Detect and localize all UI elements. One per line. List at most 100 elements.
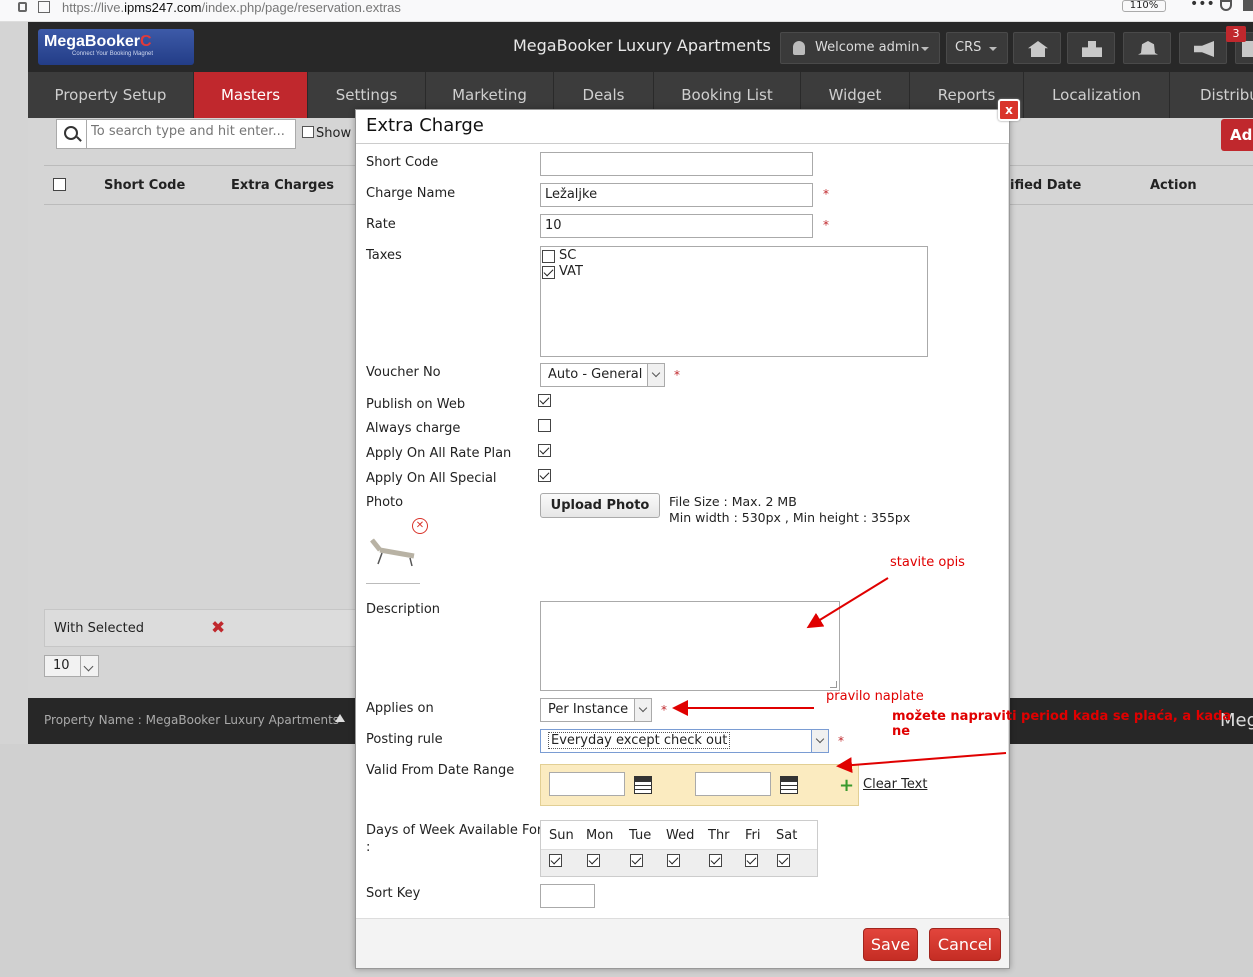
charge-name-input[interactable]: Ležaljke	[540, 183, 813, 207]
day-sun-label: Sun	[549, 828, 574, 843]
select-all-checkbox[interactable]	[53, 178, 66, 191]
close-icon[interactable]: x	[998, 99, 1020, 121]
announcements-button[interactable]	[1179, 32, 1227, 64]
cancel-button[interactable]: Cancel	[929, 928, 1001, 961]
taxes-label: Taxes	[366, 248, 402, 263]
photo-label: Photo	[366, 495, 404, 510]
taxes-list: SC VAT	[540, 246, 928, 357]
date-from-input[interactable]	[549, 772, 625, 796]
always-charge-checkbox[interactable]	[538, 419, 551, 432]
date-to-input[interactable]	[695, 772, 771, 796]
tab-property-setup[interactable]: Property Setup	[28, 72, 194, 118]
lock-icon	[18, 2, 27, 12]
notification-badge: 3	[1226, 26, 1246, 42]
apply-special-checkbox[interactable]	[538, 469, 551, 482]
pocket-icon[interactable]	[1220, 0, 1232, 11]
publish-web-label: Publish on Web	[366, 397, 466, 412]
col-short-code[interactable]: Short Code	[104, 178, 185, 193]
flag-icon	[1242, 41, 1253, 57]
tax-sc-checkbox[interactable]	[542, 250, 555, 263]
add-button[interactable]: Ad	[1221, 119, 1253, 151]
date-range-box: +	[540, 764, 859, 806]
user-menu-button[interactable]: Welcome admin	[780, 32, 940, 64]
show-checkbox[interactable]: Show	[302, 126, 351, 141]
description-textarea[interactable]	[540, 601, 840, 691]
short-code-input[interactable]	[540, 152, 813, 176]
show-checkbox-box[interactable]	[302, 126, 314, 138]
apply-rate-plan-checkbox[interactable]	[538, 444, 551, 457]
home-icon	[1028, 41, 1048, 57]
crs-menu-button[interactable]: CRS	[946, 32, 1008, 64]
publish-web-checkbox[interactable]	[538, 394, 551, 407]
upload-photo-button[interactable]: Upload Photo	[540, 493, 660, 518]
annotation-period: možete napraviti period kada se plaća, a…	[892, 709, 1232, 739]
day-sun-checkbox[interactable]	[549, 854, 562, 867]
browser-address-bar: https://live.ipms247.com/index.php/page/…	[0, 0, 1253, 22]
voucher-select[interactable]: Auto - General	[540, 363, 665, 387]
apply-rate-plan-label: Apply On All Rate Plan	[366, 446, 512, 461]
required-mark: *	[674, 368, 680, 382]
day-sat-label: Sat	[776, 828, 798, 843]
charge-name-label: Charge Name	[366, 186, 456, 201]
days-of-week-label-colon: :	[366, 840, 371, 855]
user-icon	[793, 41, 805, 55]
more-menu-icon[interactable]: •••	[1190, 0, 1215, 12]
required-mark: *	[838, 734, 844, 748]
day-tue-label: Tue	[629, 828, 652, 843]
add-range-icon[interactable]: +	[839, 775, 854, 796]
col-extra-charges[interactable]: Extra Charges	[231, 178, 334, 193]
day-tue-checkbox[interactable]	[630, 854, 643, 867]
short-code-label: Short Code	[366, 155, 439, 170]
rate-input[interactable]: 10	[540, 214, 813, 238]
properties-button[interactable]	[1067, 32, 1115, 64]
bell-icon	[1138, 41, 1158, 55]
col-modified-date[interactable]: ified Date	[1010, 178, 1081, 193]
day-thr-label: Thr	[708, 828, 730, 843]
delete-selected-icon[interactable]: ✖	[211, 618, 225, 638]
days-of-week-label: Days of Week Available For	[366, 823, 543, 838]
resize-handle[interactable]	[830, 681, 837, 688]
save-button[interactable]: Save	[863, 928, 918, 961]
zoom-level[interactable]: 110%	[1122, 0, 1166, 12]
calendar-icon[interactable]	[634, 776, 652, 794]
tax-item-sc[interactable]: SC	[541, 248, 601, 264]
building-icon	[1082, 41, 1102, 57]
bulk-actions: With Selected ✖	[44, 609, 364, 647]
day-thr-checkbox[interactable]	[709, 854, 722, 867]
megabooker-logo[interactable]: MegaBookerC Connect Your Booking Magnet	[38, 29, 194, 65]
scroll-top-icon[interactable]	[335, 714, 345, 722]
annotation-describe: stavite opis	[890, 555, 965, 570]
day-wed-checkbox[interactable]	[667, 854, 680, 867]
required-mark: *	[823, 187, 829, 201]
tax-vat-checkbox[interactable]	[542, 266, 555, 279]
logo-mark-icon: C	[140, 33, 152, 50]
day-fri-checkbox[interactable]	[745, 854, 758, 867]
posting-rule-select[interactable]: Everyday except check out	[540, 729, 829, 753]
day-sat-checkbox[interactable]	[777, 854, 790, 867]
day-mon-checkbox[interactable]	[587, 854, 600, 867]
day-fri-label: Fri	[745, 828, 761, 843]
clear-text-link[interactable]: Clear Text	[863, 777, 927, 792]
days-of-week-table: Sun Mon Tue Wed Thr Fri Sat	[540, 820, 818, 877]
remove-photo-icon[interactable]: ✕	[412, 518, 428, 534]
applies-on-select[interactable]: Per Instance	[540, 698, 652, 722]
tab-localization[interactable]: Localization	[1024, 72, 1170, 118]
calendar-icon[interactable]	[780, 776, 798, 794]
url-text[interactable]: https://live.ipms247.com/index.php/page/…	[62, 0, 401, 15]
modal-title: Extra Charge	[366, 115, 484, 136]
home-button[interactable]	[1013, 32, 1061, 64]
tab-distribution[interactable]: Distribu	[1170, 72, 1253, 118]
browser-extension-icon[interactable]	[1243, 0, 1253, 11]
search-icon[interactable]	[57, 120, 87, 148]
notifications-button[interactable]	[1123, 32, 1171, 64]
tab-masters[interactable]: Masters	[194, 72, 308, 118]
tax-item-vat[interactable]: VAT	[541, 264, 601, 280]
sort-key-input[interactable]	[540, 884, 595, 908]
applies-on-label: Applies on	[366, 701, 434, 716]
file-size-hint: File Size : Max. 2 MB Min width : 530px ,…	[669, 494, 911, 525]
chevron-down-icon	[921, 47, 929, 51]
search-box	[56, 119, 296, 149]
valid-date-range-label: Valid From Date Range	[366, 763, 515, 778]
per-page-select[interactable]: 10	[44, 655, 99, 677]
search-input[interactable]	[91, 124, 291, 139]
